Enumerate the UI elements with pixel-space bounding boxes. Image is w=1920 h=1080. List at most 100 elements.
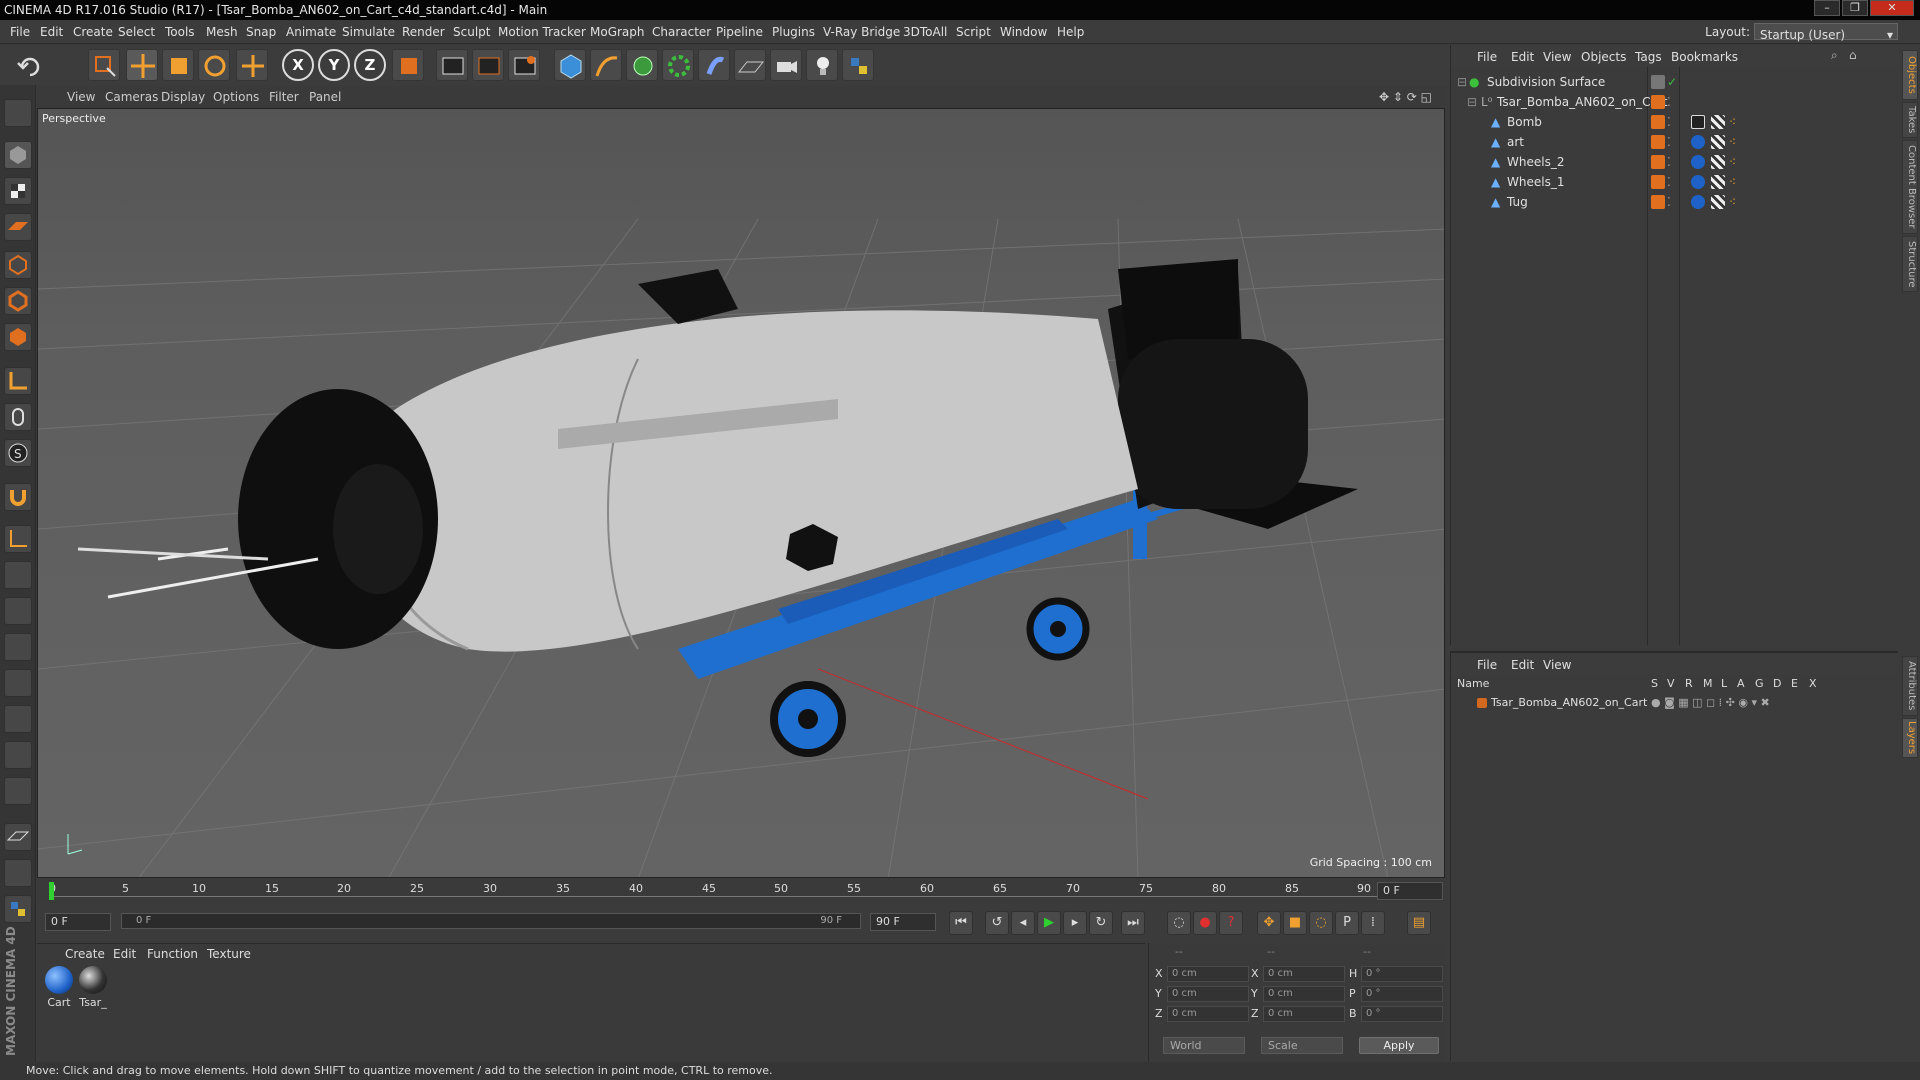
expand-icon[interactable]: ⊟ xyxy=(1457,72,1467,92)
grid-lock-icon[interactable] xyxy=(4,823,32,851)
objects-menu-edit[interactable]: Edit xyxy=(1511,50,1534,64)
key-pla-icon[interactable]: ⁞ xyxy=(1361,911,1385,935)
rot-h-field[interactable]: 0 ° xyxy=(1361,966,1443,982)
material-menu-function[interactable]: Function xyxy=(147,947,198,961)
magnet-icon[interactable] xyxy=(4,483,32,511)
texture-tag-icon[interactable] xyxy=(1711,135,1725,149)
start-frame-field[interactable]: 0 F xyxy=(45,913,111,931)
brush-tool-4-icon[interactable] xyxy=(4,669,32,697)
layout-select[interactable]: Startup (User) ▾ xyxy=(1754,23,1898,42)
pos-y-field[interactable]: 0 cm xyxy=(1167,986,1249,1002)
object-row-wheels-2[interactable]: ▲ Wheels_2 ⁚ ⁖ xyxy=(1451,152,1899,172)
visibility-dots-icon[interactable]: ⁚ xyxy=(1667,152,1671,172)
keyframe-selection-icon[interactable]: ? xyxy=(1219,911,1243,935)
menu-pipeline[interactable]: Pipeline xyxy=(716,25,763,39)
apply-button[interactable]: Apply xyxy=(1359,1037,1439,1054)
spline-pen-icon[interactable] xyxy=(590,49,622,81)
timeline-window-icon[interactable]: ▤ xyxy=(1407,911,1431,935)
objects-menu-file[interactable]: File xyxy=(1477,50,1497,64)
material-menu-texture[interactable]: Texture xyxy=(207,947,251,961)
side-tab-layers[interactable]: Layers xyxy=(1902,718,1918,758)
viewport-menu-display[interactable]: Display xyxy=(161,90,205,104)
material-menu-edit[interactable]: Edit xyxy=(113,947,136,961)
timeline-ruler[interactable]: 0 5 10 15 20 25 30 35 40 45 50 55 60 65 … xyxy=(37,880,1445,902)
texture-mode-icon[interactable] xyxy=(4,177,32,205)
floor-icon[interactable] xyxy=(734,49,766,81)
layer-color-icon[interactable] xyxy=(1651,175,1665,189)
menu-window[interactable]: Window xyxy=(1000,25,1047,39)
python-script-icon[interactable] xyxy=(4,895,32,923)
selection-tag-icon[interactable]: ⁖ xyxy=(1729,172,1736,192)
home-icon[interactable]: ⌂ xyxy=(1849,48,1857,62)
close-button[interactable]: ✕ xyxy=(1870,0,1914,16)
render-to-picture-viewer-icon[interactable] xyxy=(472,49,504,81)
object-row-bomb[interactable]: ▲ Bomb ⁚ ⁖ xyxy=(1451,112,1899,132)
menu-plugins[interactable]: Plugins xyxy=(772,25,815,39)
material-tag-icon[interactable] xyxy=(1691,155,1705,169)
tweak-mode-icon[interactable] xyxy=(4,403,32,431)
selection-tag-icon[interactable]: ⁖ xyxy=(1729,132,1736,152)
end-frame-field[interactable]: 90 F xyxy=(870,913,936,931)
model-mode-icon[interactable] xyxy=(4,141,32,169)
current-frame-field[interactable]: 0 F xyxy=(1377,882,1443,900)
y-axis-lock-icon[interactable]: Y xyxy=(318,49,350,81)
menu-render[interactable]: Render xyxy=(402,25,445,39)
menu-create[interactable]: Create xyxy=(73,25,113,39)
nurbs-icon[interactable] xyxy=(626,49,658,81)
side-tab-attributes[interactable]: Attributes xyxy=(1902,656,1918,716)
side-tab-content-browser[interactable]: Content Browser xyxy=(1902,140,1918,234)
viewport-menu-panel[interactable]: Panel xyxy=(309,90,341,104)
selection-tag-icon[interactable]: ⁖ xyxy=(1729,152,1736,172)
search-icon[interactable]: ⌕ xyxy=(1831,48,1838,63)
z-axis-lock-icon[interactable]: Z xyxy=(354,49,386,81)
menu-sculpt[interactable]: Sculpt xyxy=(453,25,490,39)
layers-menu-view[interactable]: View xyxy=(1543,658,1571,672)
workplane-icon[interactable] xyxy=(4,525,32,553)
layer-color-icon[interactable] xyxy=(1651,75,1665,89)
coord-mode-world-select[interactable]: World xyxy=(1163,1037,1245,1054)
layer-color-icon[interactable] xyxy=(1651,115,1665,129)
viewport-menu-options[interactable]: Options xyxy=(213,90,259,104)
objects-menu-view[interactable]: View xyxy=(1543,50,1571,64)
brush-tool-2-icon[interactable] xyxy=(4,597,32,625)
layer-toggle-icons[interactable]: ● ◙ ▦ ◫ ◻ ⁞ ✣ ◉ ▾ ✖ xyxy=(1651,693,1770,713)
transform-tool-icon[interactable] xyxy=(236,49,268,81)
size-z-field[interactable]: 0 cm xyxy=(1263,1006,1345,1022)
viewport-menu-cameras[interactable]: Cameras xyxy=(105,90,158,104)
live-selection-icon[interactable] xyxy=(88,49,120,81)
side-tab-structure[interactable]: Structure xyxy=(1902,236,1918,292)
python-icon[interactable] xyxy=(842,49,874,81)
brush-tool-6-icon[interactable] xyxy=(4,741,32,769)
object-row-subdivision-surface[interactable]: ⊟ ● Subdivision Surface ✓ xyxy=(1451,72,1899,92)
objects-menu-tags[interactable]: Tags xyxy=(1635,50,1662,64)
layer-color-icon[interactable] xyxy=(1651,195,1665,209)
array-icon[interactable] xyxy=(662,49,694,81)
texture-tag-icon[interactable] xyxy=(1711,115,1725,129)
menu-snap[interactable]: Snap xyxy=(246,25,276,39)
menu-script[interactable]: Script xyxy=(956,25,991,39)
menu-character[interactable]: Character xyxy=(652,25,711,39)
render-view-icon[interactable] xyxy=(436,49,468,81)
enabled-check-icon[interactable]: ✓ xyxy=(1667,72,1677,92)
play-icon[interactable]: ▶ xyxy=(1037,911,1061,935)
previous-key-icon[interactable]: ↺ xyxy=(985,911,1009,935)
axis-mode-icon[interactable] xyxy=(4,367,32,395)
object-row-tug[interactable]: ▲ Tug ⁚ ⁖ xyxy=(1451,192,1899,212)
cube-primitive-icon[interactable] xyxy=(554,49,586,81)
edges-mode-icon[interactable] xyxy=(4,287,32,315)
brush-tool-3-icon[interactable] xyxy=(4,633,32,661)
material-tag-icon[interactable] xyxy=(1691,135,1705,149)
menu-tools[interactable]: Tools xyxy=(165,25,195,39)
texture-tag-icon[interactable] xyxy=(1711,175,1725,189)
rot-p-field[interactable]: 0 ° xyxy=(1361,986,1443,1002)
viewport-menu-view[interactable]: View xyxy=(67,90,95,104)
deformer-icon[interactable] xyxy=(698,49,730,81)
visibility-dots-icon[interactable]: ⁚ xyxy=(1667,172,1671,192)
layer-color-icon[interactable] xyxy=(1651,95,1665,109)
make-editable-icon[interactable] xyxy=(4,99,32,127)
visibility-dots-icon[interactable]: ⁚ xyxy=(1667,92,1671,112)
brush-tool-1-icon[interactable] xyxy=(4,561,32,589)
object-row-wheels-1[interactable]: ▲ Wheels_1 ⁚ ⁖ xyxy=(1451,172,1899,192)
camera-icon[interactable] xyxy=(770,49,802,81)
layer-color-icon[interactable] xyxy=(1651,135,1665,149)
